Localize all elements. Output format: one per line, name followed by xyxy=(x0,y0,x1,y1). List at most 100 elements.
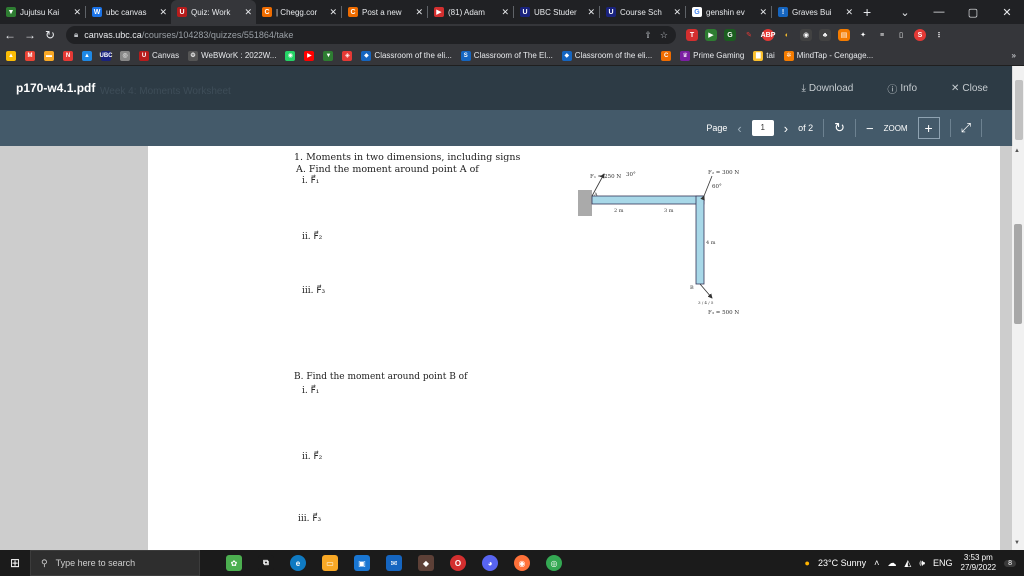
bookmark-item[interactable]: ◆ Classroom of the eli... xyxy=(561,50,652,61)
tab-close-icon[interactable]: ✕ xyxy=(415,7,423,18)
extension-icon[interactable]: T xyxy=(686,29,698,41)
profile-avatar[interactable]: S xyxy=(914,29,926,41)
download-button[interactable]: ⤓ Download xyxy=(801,83,853,94)
tab-close-icon[interactable]: ✕ xyxy=(159,7,167,18)
bookmark-item[interactable]: S Classroom of The El... xyxy=(460,50,553,61)
file-explorer-icon[interactable]: ▭ xyxy=(322,555,338,571)
bookmark-item[interactable]: ❂ WeBWorK : 2022W... xyxy=(188,50,276,61)
task-view-icon[interactable]: ⧉ xyxy=(258,555,274,571)
tab-search-icon[interactable]: ⌄ xyxy=(888,6,922,19)
bookmark-item[interactable]: ▶ xyxy=(304,50,315,61)
tab-close-icon[interactable]: ✕ xyxy=(673,7,681,18)
bookmark-item[interactable]: ▲ xyxy=(6,50,16,61)
bookmark-item[interactable]: M xyxy=(25,50,35,61)
tab-close-icon[interactable]: ✕ xyxy=(244,7,252,18)
scroll-up-icon[interactable]: ▲ xyxy=(1014,148,1020,154)
bookmark-item[interactable]: ◆ Classroom of the eli... xyxy=(361,50,452,61)
tab-9[interactable]: ! Graves Bui ✕ xyxy=(772,0,857,24)
bookmark-item[interactable]: ◎ xyxy=(120,50,130,61)
close-window-button[interactable]: ✕ xyxy=(990,6,1024,19)
rotate-icon[interactable]: ↻ xyxy=(834,120,845,136)
new-tab-button[interactable]: + xyxy=(863,4,871,20)
scrollbar-thumb[interactable] xyxy=(1014,224,1022,324)
page-scrollbar-thumb[interactable] xyxy=(1015,80,1023,140)
address-bar[interactable]: 🔒︎ canvas.ubc.ca/courses/104283/quizzes/… xyxy=(66,26,676,44)
onedrive-icon[interactable]: ☁ xyxy=(887,558,896,569)
tab-close-icon[interactable]: ✕ xyxy=(759,7,767,18)
opera-icon[interactable]: O xyxy=(450,555,466,571)
scroll-down-icon[interactable]: ▼ xyxy=(1014,540,1020,546)
extension-icon[interactable]: ◐ xyxy=(781,29,793,41)
page-scrollbar[interactable] xyxy=(1012,66,1024,146)
bookmark-item[interactable]: ▇ tai xyxy=(753,50,775,61)
bookmark-item[interactable]: N xyxy=(63,50,73,61)
bookmark-item[interactable]: ✲ MindTap - Cengage... xyxy=(783,50,873,61)
next-page-icon[interactable]: › xyxy=(784,121,788,136)
widgets-icon[interactable]: ✿ xyxy=(226,555,242,571)
tab-close-icon[interactable]: ✕ xyxy=(587,7,595,18)
adblock-icon[interactable]: ABP xyxy=(761,29,775,41)
pdf-canvas-area[interactable]: 1. Moments in two dimensions, including … xyxy=(0,146,1012,550)
extension-icon[interactable]: ▶ xyxy=(705,29,717,41)
bookmark-star-icon[interactable]: ☆ xyxy=(660,30,668,41)
forward-arrow-icon[interactable]: → xyxy=(20,28,40,42)
weather-text[interactable]: 23°C Sunny xyxy=(818,558,866,568)
restore-button[interactable]: ▢ xyxy=(956,6,990,19)
tab-3[interactable]: C | Chegg.cor ✕ xyxy=(256,0,341,24)
close-button[interactable]: ✕ Close xyxy=(951,83,988,94)
bookmark-item[interactable]: ♛ Prime Gaming xyxy=(680,50,744,61)
bookmark-item[interactable]: UBC xyxy=(100,50,113,61)
language-indicator[interactable]: ENG xyxy=(933,558,953,568)
minimize-button[interactable]: — xyxy=(922,6,956,18)
extension-icon[interactable]: ♣ xyxy=(819,29,831,41)
extension-icon[interactable]: G xyxy=(724,29,736,41)
tab-0[interactable]: ▼ Jujutsu Kai ✕ xyxy=(0,0,85,24)
share-icon[interactable]: ⇪ xyxy=(644,30,652,41)
volume-icon[interactable]: 🕪︎ xyxy=(919,558,925,569)
minecraft-icon[interactable]: ◆ xyxy=(418,555,434,571)
bookmark-item[interactable]: ◉ xyxy=(285,50,296,61)
reload-icon[interactable]: ↻ xyxy=(40,28,60,42)
tab-close-icon[interactable]: ✕ xyxy=(501,7,509,18)
tab-7[interactable]: U Course Sch ✕ xyxy=(600,0,685,24)
page-number-input[interactable]: 1 xyxy=(751,120,774,136)
tab-8[interactable]: Ggenshin ev ✕ xyxy=(686,0,771,24)
discord-icon[interactable]: ◕ xyxy=(482,555,498,571)
tab-1[interactable]: Wubc canvas ✕ xyxy=(86,0,171,24)
fullscreen-icon[interactable]: ⤢ xyxy=(961,120,971,136)
network-icon[interactable]: ◭ xyxy=(904,558,911,569)
more-bookmarks-button[interactable]: » xyxy=(1012,51,1024,60)
tab-close-icon[interactable]: ✕ xyxy=(329,7,337,18)
extension-icon[interactable]: ✎ xyxy=(743,29,755,41)
bookmark-item[interactable]: U Canvas xyxy=(139,50,179,61)
firefox-icon[interactable]: ◉ xyxy=(514,555,530,571)
bookmark-item[interactable]: ▲ xyxy=(82,50,92,61)
tab-6[interactable]: U UBC Studer ✕ xyxy=(514,0,599,24)
extension-icon[interactable]: ▤ xyxy=(838,29,850,41)
clock[interactable]: 3:53 pm 27/9/2022 xyxy=(961,553,997,573)
taskbar-search[interactable]: ⚲ Type here to search xyxy=(30,550,200,576)
bookmark-item[interactable]: ◈ xyxy=(342,50,353,61)
mail-icon[interactable]: ✉ xyxy=(386,555,402,571)
playlist-icon[interactable]: ≡ xyxy=(876,29,888,41)
pdf-scrollbar[interactable]: ▲ ▼ xyxy=(1012,146,1024,550)
tab-close-icon[interactable]: ✕ xyxy=(73,7,81,18)
bookmark-item[interactable]: ▬ xyxy=(44,50,54,61)
info-button[interactable]: ⓘ Info xyxy=(887,81,917,96)
sidepanel-icon[interactable]: ▯ xyxy=(895,29,907,41)
chrome-icon[interactable]: ◎ xyxy=(546,555,562,571)
tab-4[interactable]: C Post a new ✕ xyxy=(342,0,427,24)
tab-close-icon[interactable]: ✕ xyxy=(845,7,853,18)
puzzle-icon[interactable]: ✦ xyxy=(857,29,869,41)
kebab-menu-icon[interactable]: ⋮ xyxy=(933,29,945,41)
tab-2-active[interactable]: U Quiz: Work ✕ xyxy=(171,0,256,24)
tray-chevron-icon[interactable]: ˄ xyxy=(874,558,879,568)
notification-badge[interactable]: 8 xyxy=(1004,559,1016,567)
tab-5[interactable]: ▶ (81) Adam ✕ xyxy=(428,0,513,24)
bookmark-item[interactable]: ▼ xyxy=(323,50,334,61)
store-icon[interactable]: ▣ xyxy=(354,555,370,571)
zoom-in-button[interactable]: + xyxy=(917,117,940,139)
prev-page-icon[interactable]: ‹ xyxy=(737,121,741,136)
extension-icon[interactable]: ◉ xyxy=(800,29,812,41)
windows-start-icon[interactable]: ⊞ xyxy=(0,556,30,570)
